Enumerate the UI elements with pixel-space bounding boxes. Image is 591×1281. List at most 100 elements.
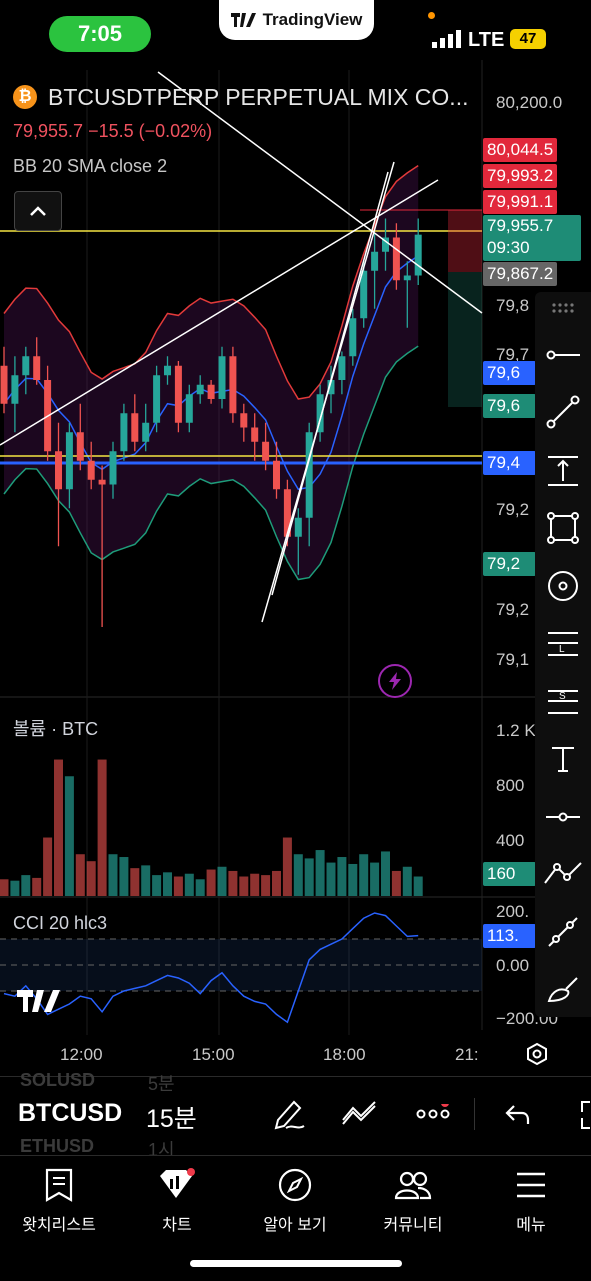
- position-box-loss: [448, 210, 482, 272]
- drawing-pencil-icon[interactable]: [272, 1096, 306, 1135]
- price-tag: 79,867.2: [483, 262, 558, 286]
- tab-chart[interactable]: 차트: [118, 1168, 236, 1235]
- volume-last-tag: 160: [483, 862, 536, 886]
- time-axis-label: 18:00: [323, 1045, 366, 1064]
- candle-body: [55, 451, 62, 490]
- candle-body: [164, 365, 171, 376]
- volume-bar: [228, 870, 238, 896]
- collapse-legend-button[interactable]: [14, 191, 62, 231]
- cci-axis-label: 0.00: [496, 956, 530, 975]
- tab-label: 알아 보기: [263, 1217, 327, 1234]
- price-tag: 79,6: [483, 394, 536, 418]
- volume-bar: [10, 880, 20, 896]
- long-position-icon[interactable]: L: [543, 624, 583, 664]
- volume-bar: [21, 875, 31, 896]
- horizontal-line-icon[interactable]: [543, 797, 583, 837]
- indicator-bb-label[interactable]: BB 20 SMA close 2: [13, 156, 167, 177]
- tab-watchlist[interactable]: 왓치리스트: [0, 1168, 118, 1235]
- horizontal-ray-icon[interactable]: [543, 335, 583, 375]
- volume-bar: [54, 759, 63, 896]
- app-banner[interactable]: TradingView: [219, 0, 374, 40]
- tab-community[interactable]: 커뮤니티: [354, 1168, 472, 1235]
- candle-body: [0, 365, 8, 404]
- volume-bar: [261, 875, 271, 896]
- interval-picker-prev[interactable]: 5분: [148, 1070, 175, 1096]
- vertical-measure-icon[interactable]: [543, 451, 583, 491]
- brush-icon[interactable]: [543, 970, 583, 1010]
- volume-bar: [391, 870, 401, 896]
- grip-icon[interactable]: [543, 288, 583, 328]
- volume-bar: [337, 857, 347, 896]
- volume-bar: [359, 854, 369, 896]
- volume-bar: [130, 868, 140, 896]
- candle-body: [371, 251, 379, 271]
- volume-bar: [75, 854, 85, 896]
- candle-body: [294, 517, 302, 537]
- watchlist-icon: [45, 1168, 73, 1202]
- candle-body: [273, 460, 280, 490]
- volume-bar: [326, 862, 336, 896]
- candle-body: [11, 375, 19, 404]
- fullscreen-icon[interactable]: [576, 1100, 591, 1135]
- current-symbol[interactable]: BTCUSD: [18, 1099, 122, 1128]
- lightning-icon[interactable]: [378, 664, 412, 698]
- volume-bar: [173, 876, 183, 896]
- symbol-picker-prev[interactable]: SOLUSD: [20, 1070, 95, 1091]
- trend-line-icon[interactable]: [543, 392, 583, 432]
- candle-body: [240, 413, 248, 428]
- candle-body: [22, 356, 30, 376]
- symbol-picker-next[interactable]: ETHUSD: [20, 1136, 94, 1157]
- cci-pane-title[interactable]: CCI 20 hlc3: [13, 913, 107, 934]
- carrier-label: LTE: [468, 29, 505, 51]
- orange-dot-indicator: [428, 12, 435, 19]
- candle-body: [338, 356, 346, 380]
- short-position-icon[interactable]: S: [543, 682, 583, 722]
- time-axis-label: 15:00: [192, 1045, 235, 1064]
- tab-explore[interactable]: 알아 보기: [236, 1168, 354, 1235]
- home-indicator: [190, 1260, 402, 1267]
- volume-pane-title[interactable]: 볼륨 · BTC: [13, 715, 98, 741]
- circle-icon[interactable]: [543, 566, 583, 606]
- price-tag: 80,044.5: [483, 138, 558, 162]
- price-tag: 79,2: [483, 552, 536, 576]
- price-axis-label: 79,8: [496, 296, 530, 315]
- more-options-icon[interactable]: [416, 1099, 452, 1129]
- volume-axis-label: 1.2 K: [496, 721, 536, 740]
- volume-bar: [86, 861, 96, 896]
- candle-body: [87, 460, 95, 480]
- volume-bar: [108, 854, 118, 896]
- rectangle-icon[interactable]: [543, 508, 583, 548]
- chart-settings-icon[interactable]: [525, 1042, 549, 1071]
- volume-axis-label: 800: [496, 776, 525, 795]
- candle-body: [174, 365, 182, 423]
- path-icon[interactable]: [543, 853, 583, 893]
- current-interval[interactable]: 15분: [146, 1099, 197, 1135]
- tradingview-watermark-icon: [17, 988, 65, 1019]
- candle-body: [414, 234, 422, 276]
- tradingview-logo-icon: [230, 13, 256, 27]
- volume-bar: [97, 759, 107, 896]
- undo-icon[interactable]: [504, 1102, 532, 1133]
- svg-text:L: L: [559, 644, 565, 655]
- candle-body: [218, 356, 226, 399]
- text-icon[interactable]: [543, 739, 583, 779]
- price-axis-label: 79,2: [496, 500, 530, 519]
- tab-menu[interactable]: 메뉴: [472, 1168, 590, 1235]
- parallel-channel-icon[interactable]: [543, 912, 583, 952]
- volume-bar: [304, 858, 314, 896]
- volume-bar: [370, 862, 380, 896]
- price-tag: 79,993.2: [483, 164, 558, 188]
- volume-bar: [282, 837, 292, 896]
- volume-bar: [184, 873, 194, 896]
- indicators-icon[interactable]: [341, 1098, 379, 1133]
- candle-body: [403, 275, 411, 281]
- volume-bar: [272, 870, 281, 896]
- volume-bar: [141, 865, 151, 896]
- candle-body: [305, 432, 313, 518]
- drawing-toolbar: L S: [535, 292, 591, 1017]
- volume-bar: [32, 877, 42, 896]
- tab-label: 커뮤니티: [383, 1217, 443, 1234]
- toolbar-divider: [474, 1098, 475, 1130]
- symbol-title[interactable]: BTCUSDTPERP PERPETUAL MIX CO...: [48, 84, 468, 111]
- battery-icon: 47: [510, 29, 546, 49]
